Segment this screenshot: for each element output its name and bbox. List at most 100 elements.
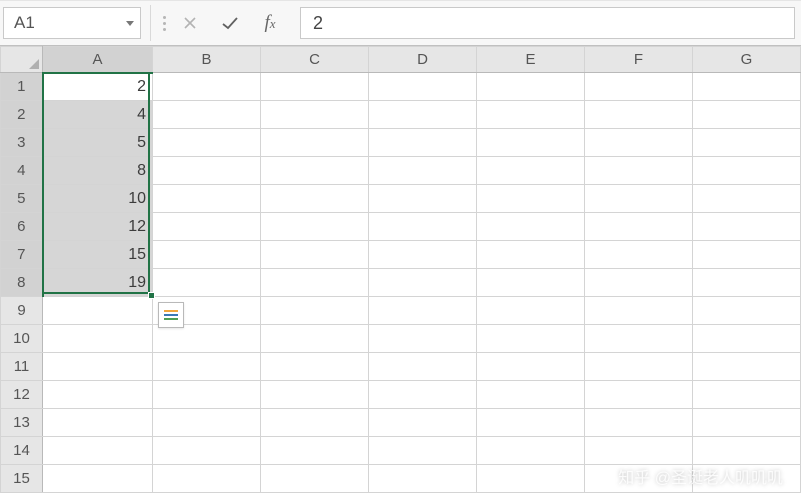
cell[interactable] bbox=[153, 325, 261, 353]
cell[interactable] bbox=[693, 129, 801, 157]
cell[interactable] bbox=[693, 101, 801, 129]
cell[interactable] bbox=[153, 129, 261, 157]
cell[interactable] bbox=[477, 297, 585, 325]
cell[interactable] bbox=[477, 241, 585, 269]
cell[interactable] bbox=[693, 381, 801, 409]
cell[interactable] bbox=[261, 381, 369, 409]
cell[interactable] bbox=[261, 185, 369, 213]
row-header[interactable]: 1 bbox=[1, 73, 43, 101]
cell[interactable] bbox=[477, 325, 585, 353]
cell[interactable] bbox=[585, 73, 693, 101]
cell[interactable] bbox=[369, 353, 477, 381]
row-header[interactable]: 9 bbox=[1, 297, 43, 325]
cell[interactable] bbox=[153, 437, 261, 465]
cell[interactable] bbox=[153, 73, 261, 101]
cell[interactable] bbox=[477, 269, 585, 297]
row-header[interactable]: 3 bbox=[1, 129, 43, 157]
cell[interactable] bbox=[153, 409, 261, 437]
cell[interactable] bbox=[477, 437, 585, 465]
spreadsheet-grid[interactable]: ABCDEFG122435485106127158199101112131415… bbox=[0, 46, 801, 500]
drag-handle-icon[interactable] bbox=[159, 1, 170, 45]
cell[interactable] bbox=[693, 297, 801, 325]
cell[interactable]: 15 bbox=[43, 241, 153, 269]
cell[interactable] bbox=[261, 437, 369, 465]
row-header[interactable]: 8 bbox=[1, 269, 43, 297]
cell[interactable] bbox=[477, 465, 585, 493]
cell[interactable] bbox=[153, 353, 261, 381]
cell[interactable] bbox=[477, 213, 585, 241]
cell[interactable] bbox=[261, 157, 369, 185]
column-header[interactable]: G bbox=[693, 47, 801, 73]
cell[interactable] bbox=[477, 73, 585, 101]
cell[interactable] bbox=[477, 409, 585, 437]
row-header[interactable]: 11 bbox=[1, 353, 43, 381]
cell[interactable] bbox=[43, 465, 153, 493]
cell[interactable] bbox=[585, 381, 693, 409]
cell[interactable] bbox=[153, 465, 261, 493]
cell[interactable] bbox=[153, 269, 261, 297]
column-header[interactable]: D bbox=[369, 47, 477, 73]
cell[interactable]: 5 bbox=[43, 129, 153, 157]
cell[interactable] bbox=[261, 241, 369, 269]
cell[interactable] bbox=[369, 465, 477, 493]
cell[interactable] bbox=[585, 465, 693, 493]
cell[interactable] bbox=[153, 185, 261, 213]
cell[interactable] bbox=[477, 129, 585, 157]
cell[interactable] bbox=[369, 409, 477, 437]
cell[interactable] bbox=[585, 129, 693, 157]
row-header[interactable]: 15 bbox=[1, 465, 43, 493]
cell[interactable] bbox=[261, 213, 369, 241]
cell[interactable]: 8 bbox=[43, 157, 153, 185]
row-header[interactable]: 6 bbox=[1, 213, 43, 241]
cell[interactable] bbox=[369, 297, 477, 325]
formula-input[interactable]: 2 bbox=[300, 7, 795, 39]
cell[interactable] bbox=[43, 409, 153, 437]
cell[interactable] bbox=[153, 213, 261, 241]
cell[interactable] bbox=[261, 129, 369, 157]
cell[interactable]: 2 bbox=[43, 73, 153, 101]
select-all-corner[interactable] bbox=[1, 47, 43, 73]
column-header[interactable]: C bbox=[261, 47, 369, 73]
cell[interactable] bbox=[477, 157, 585, 185]
cell[interactable] bbox=[369, 437, 477, 465]
row-header[interactable]: 10 bbox=[1, 325, 43, 353]
cell[interactable] bbox=[369, 157, 477, 185]
cell[interactable]: 4 bbox=[43, 101, 153, 129]
cancel-button[interactable] bbox=[170, 1, 210, 45]
cell[interactable] bbox=[585, 241, 693, 269]
cell[interactable] bbox=[261, 269, 369, 297]
cell[interactable] bbox=[693, 409, 801, 437]
cell[interactable] bbox=[585, 297, 693, 325]
cell[interactable] bbox=[693, 157, 801, 185]
row-header[interactable]: 2 bbox=[1, 101, 43, 129]
cell[interactable] bbox=[585, 157, 693, 185]
cell[interactable] bbox=[43, 353, 153, 381]
enter-button[interactable] bbox=[210, 1, 250, 45]
cell[interactable]: 12 bbox=[43, 213, 153, 241]
row-header[interactable]: 12 bbox=[1, 381, 43, 409]
cell[interactable] bbox=[585, 353, 693, 381]
row-header[interactable]: 7 bbox=[1, 241, 43, 269]
cell[interactable] bbox=[153, 241, 261, 269]
cell[interactable] bbox=[261, 409, 369, 437]
cell[interactable] bbox=[585, 213, 693, 241]
cell[interactable] bbox=[693, 73, 801, 101]
cell[interactable] bbox=[261, 325, 369, 353]
cell[interactable] bbox=[585, 409, 693, 437]
row-header[interactable]: 13 bbox=[1, 409, 43, 437]
cell[interactable] bbox=[369, 325, 477, 353]
row-header[interactable]: 4 bbox=[1, 157, 43, 185]
row-header[interactable]: 14 bbox=[1, 437, 43, 465]
cell[interactable] bbox=[43, 325, 153, 353]
cell[interactable] bbox=[369, 73, 477, 101]
cell[interactable] bbox=[261, 465, 369, 493]
cell[interactable] bbox=[369, 101, 477, 129]
cell[interactable] bbox=[693, 185, 801, 213]
cell[interactable] bbox=[153, 381, 261, 409]
name-box[interactable]: A1 bbox=[3, 7, 141, 39]
cell[interactable] bbox=[153, 101, 261, 129]
cell[interactable] bbox=[43, 381, 153, 409]
cell[interactable] bbox=[369, 129, 477, 157]
cell[interactable] bbox=[43, 437, 153, 465]
column-header[interactable]: F bbox=[585, 47, 693, 73]
